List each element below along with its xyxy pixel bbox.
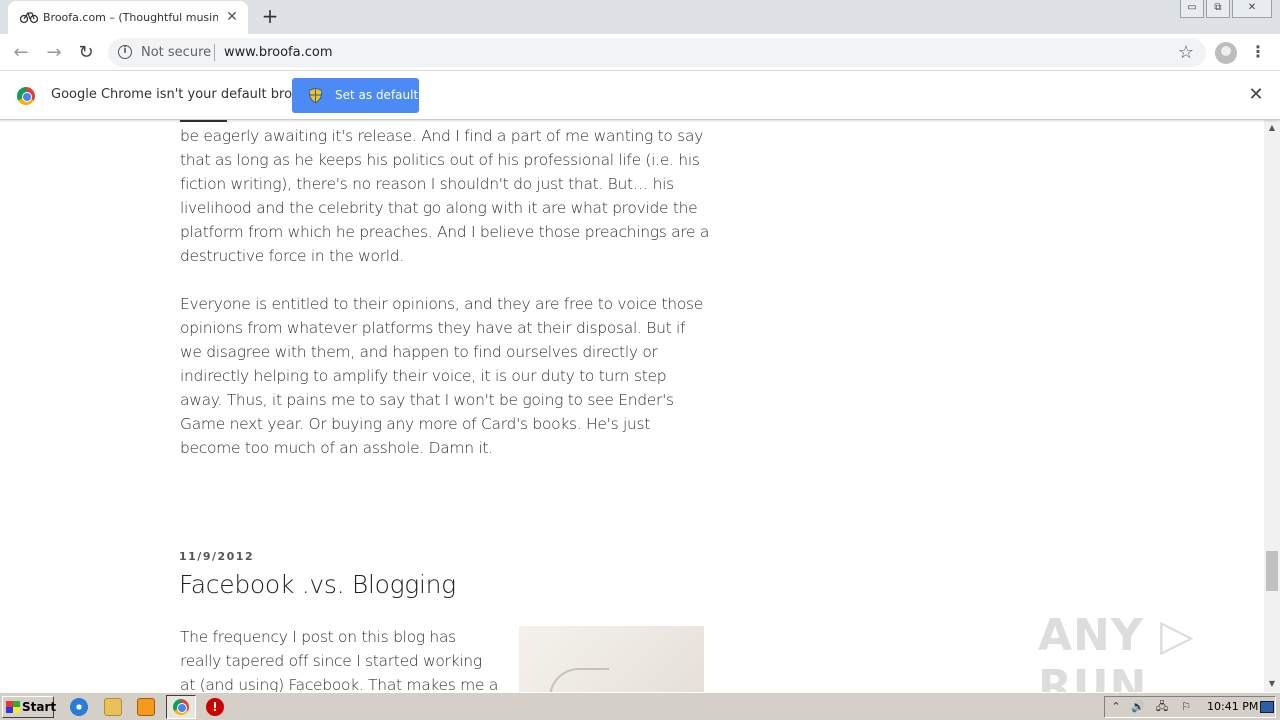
post-date[interactable]: 11/9/2012 <box>179 550 254 563</box>
forward-arrow-icon[interactable]: → <box>42 41 66 65</box>
article-paragraph: Everyone is entitled to their opinions, … <box>180 295 704 457</box>
scroll-down-icon[interactable]: ▼ <box>1264 676 1280 692</box>
back-arrow-icon[interactable]: ← <box>9 41 33 65</box>
show-desktop-icon[interactable] <box>1260 701 1274 713</box>
folder-icon[interactable] <box>104 698 122 716</box>
star-icon[interactable]: ☆ <box>1178 42 1194 63</box>
anyrun-watermark: ANY ▷ RUN <box>1038 610 1195 692</box>
shield-icon <box>309 88 322 103</box>
image-sketch <box>549 668 609 692</box>
scroll-up-icon[interactable]: ▲ <box>1264 120 1280 136</box>
page-scrollbar[interactable]: ▲ ▼ <box>1264 120 1280 692</box>
chrome-logo-icon <box>17 87 35 105</box>
windows-taskbar: Start ! ⌃ 🔊 🖧 ⚐ 10:41 PM <box>0 692 1280 720</box>
clock[interactable]: 10:41 PM <box>1207 700 1258 713</box>
window-close-button[interactable]: ✕ <box>1232 0 1272 18</box>
browser-tab[interactable]: Broofa.com – (Thoughtful musings, I ✕ <box>8 1 248 34</box>
taskbar-chrome-button[interactable] <box>166 695 196 719</box>
scroll-thumb[interactable] <box>1266 551 1278 591</box>
security-label[interactable]: Not secure <box>141 45 211 60</box>
url-text[interactable]: www.broofa.com <box>224 45 333 60</box>
post-title[interactable]: Facebook .vs. Blogging <box>179 570 456 599</box>
windows-flag-icon <box>6 701 20 713</box>
address-bar[interactable]: i Not secure www.broofa.com ☆ <box>108 38 1206 67</box>
internet-explorer-icon[interactable] <box>70 698 88 716</box>
start-button[interactable]: Start <box>2 696 57 718</box>
post-excerpt: The frequency I post on this blog has re… <box>180 628 499 692</box>
article-paragraph: be eagerly awaiting it's release. And I … <box>180 127 710 265</box>
start-label: Start <box>22 700 57 714</box>
tab-title: Broofa.com – (Thoughtful musings, I <box>43 11 218 24</box>
default-browser-infobar: Google Chrome isn't your default browser… <box>0 71 1280 120</box>
infobar-close-icon[interactable]: ✕ <box>1246 85 1266 105</box>
kebab-menu-icon[interactable]: ⋮ <box>1250 42 1266 62</box>
restore-button[interactable]: ⧉ <box>1206 0 1230 18</box>
tab-strip: Broofa.com – (Thoughtful musings, I ✕ + … <box>0 0 1280 34</box>
post-image <box>519 626 704 692</box>
info-icon[interactable]: i <box>118 45 132 59</box>
show-hidden-icons-icon[interactable]: ⌃ <box>1109 700 1123 714</box>
divider <box>214 44 215 61</box>
link-underline[interactable] <box>180 120 227 122</box>
new-tab-button[interactable]: + <box>260 6 280 26</box>
tab-close-icon[interactable]: ✕ <box>224 9 240 25</box>
browser-toolbar: ← → ↻ i Not secure www.broofa.com ☆ ⋮ <box>0 34 1280 71</box>
page-content: be eagerly awaiting it's release. And I … <box>0 120 1264 692</box>
media-player-icon[interactable] <box>137 698 155 716</box>
network-icon[interactable]: 🖧 <box>1155 700 1169 714</box>
infobar-message: Google Chrome isn't your default browser <box>51 87 323 102</box>
window-controls: ▭ ⧉ ✕ <box>1178 0 1272 20</box>
set-as-default-label: Set as default <box>335 88 419 102</box>
action-center-flag-icon[interactable]: ⚐ <box>1179 700 1193 714</box>
reload-icon[interactable]: ↻ <box>74 41 98 65</box>
profile-avatar-icon[interactable] <box>1215 42 1237 64</box>
system-tray: ⌃ 🔊 🖧 ⚐ 10:41 PM <box>1104 696 1276 718</box>
bicycle-favicon-icon <box>20 12 38 24</box>
stop-icon[interactable]: ! <box>206 698 224 716</box>
set-as-default-button[interactable]: Set as default <box>292 78 419 113</box>
chrome-icon <box>173 699 189 715</box>
minimize-button[interactable]: ▭ <box>1180 0 1204 18</box>
volume-icon[interactable]: 🔊 <box>1131 700 1145 714</box>
